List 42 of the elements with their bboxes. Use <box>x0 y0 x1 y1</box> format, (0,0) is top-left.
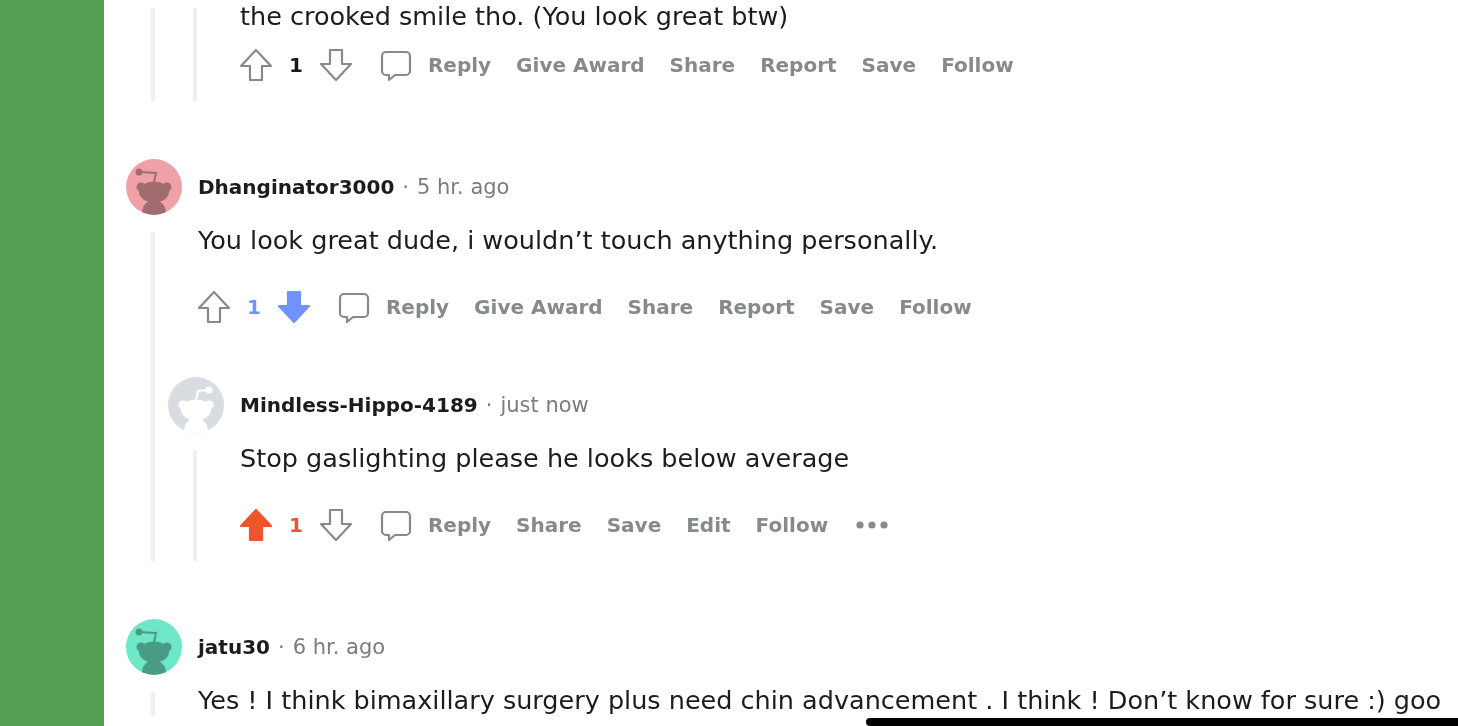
reply-button[interactable]: Reply <box>377 45 492 85</box>
reply-button[interactable]: Reply <box>377 505 492 545</box>
downvote-icon[interactable] <box>317 507 354 543</box>
share-button[interactable]: Share <box>516 505 582 545</box>
upvote-icon[interactable] <box>238 507 274 543</box>
save-button[interactable]: Save <box>861 45 917 85</box>
timestamp: 5 hr. ago <box>417 175 510 199</box>
upvote-icon[interactable] <box>238 47 274 83</box>
comment-text: Yes ! I think bimaxillary surgery plus need chin advancement . I think ! Don’t know for sure :) goo <box>198 684 1442 716</box>
vote-score: 1 <box>247 295 261 319</box>
follow-button[interactable]: Follow <box>899 287 972 327</box>
username[interactable]: Mindless-Hippo-4189 <box>240 393 478 417</box>
downvote-icon[interactable] <box>275 289 312 325</box>
comment-text: You look great dude, i wouldn’t touch anything personally. <box>198 224 939 256</box>
share-button[interactable]: Share <box>669 45 736 85</box>
share-button[interactable]: Share <box>627 287 694 327</box>
avatar-icon[interactable] <box>126 619 182 675</box>
follow-button[interactable]: Follow <box>941 45 1014 85</box>
comment-text: Stop gaslighting please he looks below average <box>240 442 850 474</box>
award-button[interactable]: Give Award <box>474 287 603 327</box>
username[interactable]: jatu30 <box>198 635 270 659</box>
upvote-icon[interactable] <box>196 289 232 325</box>
comment-text: the crooked smile tho. (You look great btw) <box>240 0 789 32</box>
timestamp: just now <box>500 393 589 417</box>
downvote-icon[interactable] <box>317 47 354 83</box>
meta-separator: · <box>278 635 285 659</box>
save-button[interactable]: Save <box>819 287 875 327</box>
username[interactable]: Dhanginator3000 <box>198 175 395 199</box>
avatar-icon[interactable] <box>126 159 182 215</box>
follow-button[interactable]: Follow <box>755 505 829 545</box>
edit-button[interactable]: Edit <box>686 505 731 545</box>
save-button[interactable]: Save <box>606 505 662 545</box>
timestamp: 6 hr. ago <box>292 635 386 659</box>
meta-separator: · <box>402 175 409 199</box>
award-button[interactable]: Give Award <box>516 45 645 85</box>
vote-score: 1 <box>289 513 303 537</box>
more-options-icon[interactable] <box>856 521 889 529</box>
report-button[interactable]: Report <box>760 45 837 85</box>
reply-button[interactable]: Reply <box>335 287 450 327</box>
meta-separator: · <box>485 393 493 417</box>
vote-score: 1 <box>289 53 303 77</box>
report-button[interactable]: Report <box>718 287 795 327</box>
